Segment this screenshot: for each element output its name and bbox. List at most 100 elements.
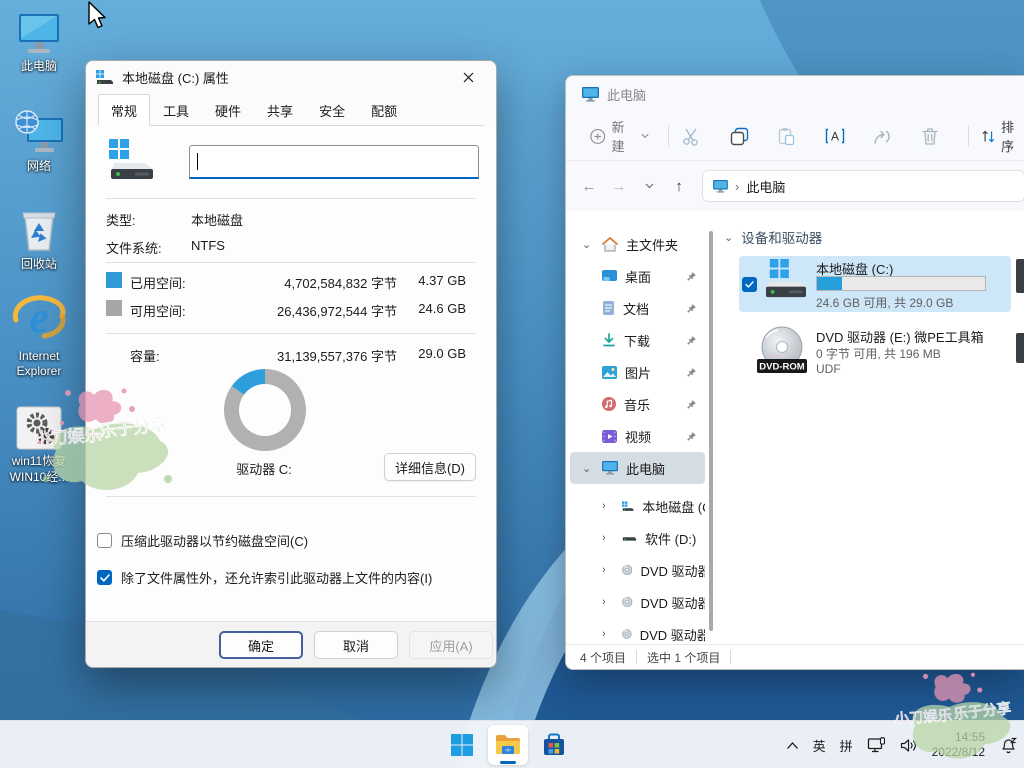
- chevron-right-icon[interactable]: ›: [602, 564, 614, 576]
- section-devices-and-drives[interactable]: ⌄ 设备和驱动器: [724, 227, 1024, 247]
- sort-button[interactable]: 排序: [981, 117, 1024, 155]
- sidebar-item-label: 视频: [625, 427, 651, 446]
- cancel-button[interactable]: 取消: [314, 631, 398, 659]
- desktop-icon-this-pc[interactable]: 此电脑: [0, 12, 78, 74]
- chevron-right-icon[interactable]: ›: [602, 628, 614, 640]
- sidebar-item-dvd-e[interactable]: › DVD 驱动器 (E: [570, 554, 705, 586]
- chevron-down-icon[interactable]: ⌄: [724, 231, 733, 244]
- sidebar-item-music[interactable]: 音乐: [570, 388, 705, 420]
- text-caret: [197, 153, 198, 170]
- sidebar-item-desktop[interactable]: 桌面: [570, 260, 705, 292]
- cut-button[interactable]: [682, 126, 701, 147]
- dvd-icon: [622, 595, 633, 609]
- drive-large-icon: [109, 139, 155, 181]
- tab-security[interactable]: 安全: [306, 96, 358, 125]
- sidebar-item-home[interactable]: ⌄ 主文件夹: [570, 228, 705, 260]
- network-icon[interactable]: [867, 737, 886, 754]
- chevron-down-icon[interactable]: ⌄: [582, 462, 594, 475]
- desktop-icon-network[interactable]: 网络: [0, 110, 78, 174]
- toolbar-divider: [668, 125, 669, 147]
- index-checkbox-label: 除了文件属性外，还允许索引此驱动器上文件的内容(I): [121, 568, 432, 587]
- properties-dialog: 本地磁盘 (C:) 属性 常规 工具 硬件 共享 安全 配额: [85, 60, 497, 668]
- start-button[interactable]: [442, 725, 482, 765]
- chevron-right-icon[interactable]: ›: [602, 500, 614, 512]
- drive-c-item[interactable]: 本地磁盘 (C:) 24.6 GB 可用, 共 29.0 GB: [739, 256, 1011, 312]
- file-explorer-taskbar-button[interactable]: [488, 725, 528, 765]
- sidebar-item-this-pc[interactable]: ⌄ 此电脑: [570, 452, 705, 484]
- file-explorer-icon: [495, 734, 521, 756]
- share-button[interactable]: [873, 126, 892, 147]
- sidebar-item-dvd-g[interactable]: › DVD 驱动器 (F:): [570, 618, 705, 644]
- sidebar-item-pictures[interactable]: 图片: [570, 356, 705, 388]
- desktop-icon-label: 网络: [27, 159, 51, 174]
- tab-tools[interactable]: 工具: [150, 96, 202, 125]
- new-button-label: 新建: [611, 117, 635, 155]
- compress-checkbox-row[interactable]: 压缩此驱动器以节约磁盘空间(C): [97, 531, 308, 550]
- sidebar-item-documents[interactable]: 文档: [570, 292, 705, 324]
- this-pc-small-icon: [602, 461, 618, 475]
- ok-button[interactable]: 确定: [219, 631, 303, 659]
- pin-icon: [686, 303, 697, 314]
- chevron-right-icon[interactable]: ›: [602, 532, 614, 544]
- pin-icon: [686, 271, 697, 282]
- chevron-down-icon[interactable]: ⌄: [582, 238, 594, 251]
- dvd-e-item[interactable]: DVD-ROM DVD 驱动器 (E:) 微PE工具箱 0 字节 可用, 共 1…: [739, 322, 1011, 382]
- new-button[interactable]: 新建: [584, 112, 655, 160]
- clock[interactable]: 14:55 2022/8/12: [932, 730, 985, 760]
- details-button[interactable]: 详细信息(D): [384, 453, 476, 481]
- tab-quota[interactable]: 配额: [358, 96, 410, 125]
- desktop-icon-internet-explorer[interactable]: e Internet Explorer: [0, 290, 78, 379]
- close-button[interactable]: [450, 64, 486, 90]
- sidebar-item-dvd-f[interactable]: › DVD 驱动器 (F: [570, 586, 705, 618]
- paste-button[interactable]: [777, 126, 796, 147]
- volume-icon[interactable]: [900, 738, 918, 753]
- ime-pinyin-indicator[interactable]: 拼: [840, 736, 853, 755]
- sidebar-item-drive-c[interactable]: › 本地磁盘 (C:): [570, 490, 705, 522]
- forward-button[interactable]: →: [604, 171, 634, 201]
- dvd-icon: [622, 563, 632, 577]
- recent-locations-button[interactable]: [634, 171, 664, 201]
- chevron-right-icon[interactable]: ›: [602, 596, 614, 608]
- network-icon: [13, 110, 65, 156]
- donut-hole: [239, 384, 291, 436]
- sidebar-scrollbar[interactable]: [709, 231, 713, 631]
- pin-icon: [686, 367, 697, 378]
- explorer-titlebar[interactable]: 此电脑: [566, 76, 1024, 112]
- type-value: 本地磁盘: [191, 210, 243, 229]
- sidebar-item-drive-d[interactable]: › 软件 (D:): [570, 522, 705, 554]
- compress-checkbox[interactable]: [97, 533, 112, 548]
- dialog-titlebar[interactable]: 本地磁盘 (C:) 属性: [86, 61, 496, 93]
- up-button[interactable]: ↑: [664, 171, 694, 201]
- partial-item-icon: [1016, 259, 1024, 293]
- explorer-address-row: ← → ↑ › 此电脑: [566, 161, 1024, 211]
- tab-sharing[interactable]: 共享: [254, 96, 306, 125]
- desktop-icon-win11-restore[interactable]: win11恢复 WIN10经...: [0, 405, 78, 485]
- copy-button[interactable]: [730, 126, 749, 147]
- desktop-icon-recycle-bin[interactable]: 回收站: [0, 208, 78, 272]
- sidebar-item-videos[interactable]: 视频: [570, 420, 705, 452]
- rename-button[interactable]: A: [825, 126, 845, 147]
- tab-general[interactable]: 常规: [98, 94, 150, 126]
- ime-english-indicator[interactable]: 英: [813, 736, 826, 755]
- rename-icon: A: [825, 127, 845, 145]
- notification-bell-icon[interactable]: [999, 736, 1018, 754]
- breadcrumb-chevron: ›: [735, 179, 739, 194]
- dvd-rom-label: DVD-ROM: [759, 362, 804, 373]
- microsoft-store-taskbar-button[interactable]: [534, 725, 574, 765]
- sidebar-item-downloads[interactable]: 下载: [570, 324, 705, 356]
- filesystem-value: NTFS: [191, 238, 225, 253]
- volume-name-input[interactable]: [189, 145, 479, 179]
- gears-icon: [15, 405, 63, 451]
- index-checkbox-row[interactable]: 除了文件属性外，还允许索引此驱动器上文件的内容(I): [97, 568, 432, 587]
- hidden-icons-chevron-icon[interactable]: [786, 741, 799, 750]
- address-bar[interactable]: › 此电脑: [702, 170, 1024, 202]
- microsoft-store-icon: [542, 733, 566, 757]
- tab-hardware[interactable]: 硬件: [202, 96, 254, 125]
- index-checkbox[interactable]: [97, 570, 112, 585]
- breadcrumb[interactable]: 此电脑: [746, 177, 785, 196]
- delete-button[interactable]: [920, 126, 939, 147]
- this-pc-small-icon: [713, 180, 728, 193]
- item-checkbox[interactable]: [742, 277, 757, 292]
- status-item-count: 4 个项目: [580, 649, 626, 666]
- back-button[interactable]: ←: [574, 171, 604, 201]
